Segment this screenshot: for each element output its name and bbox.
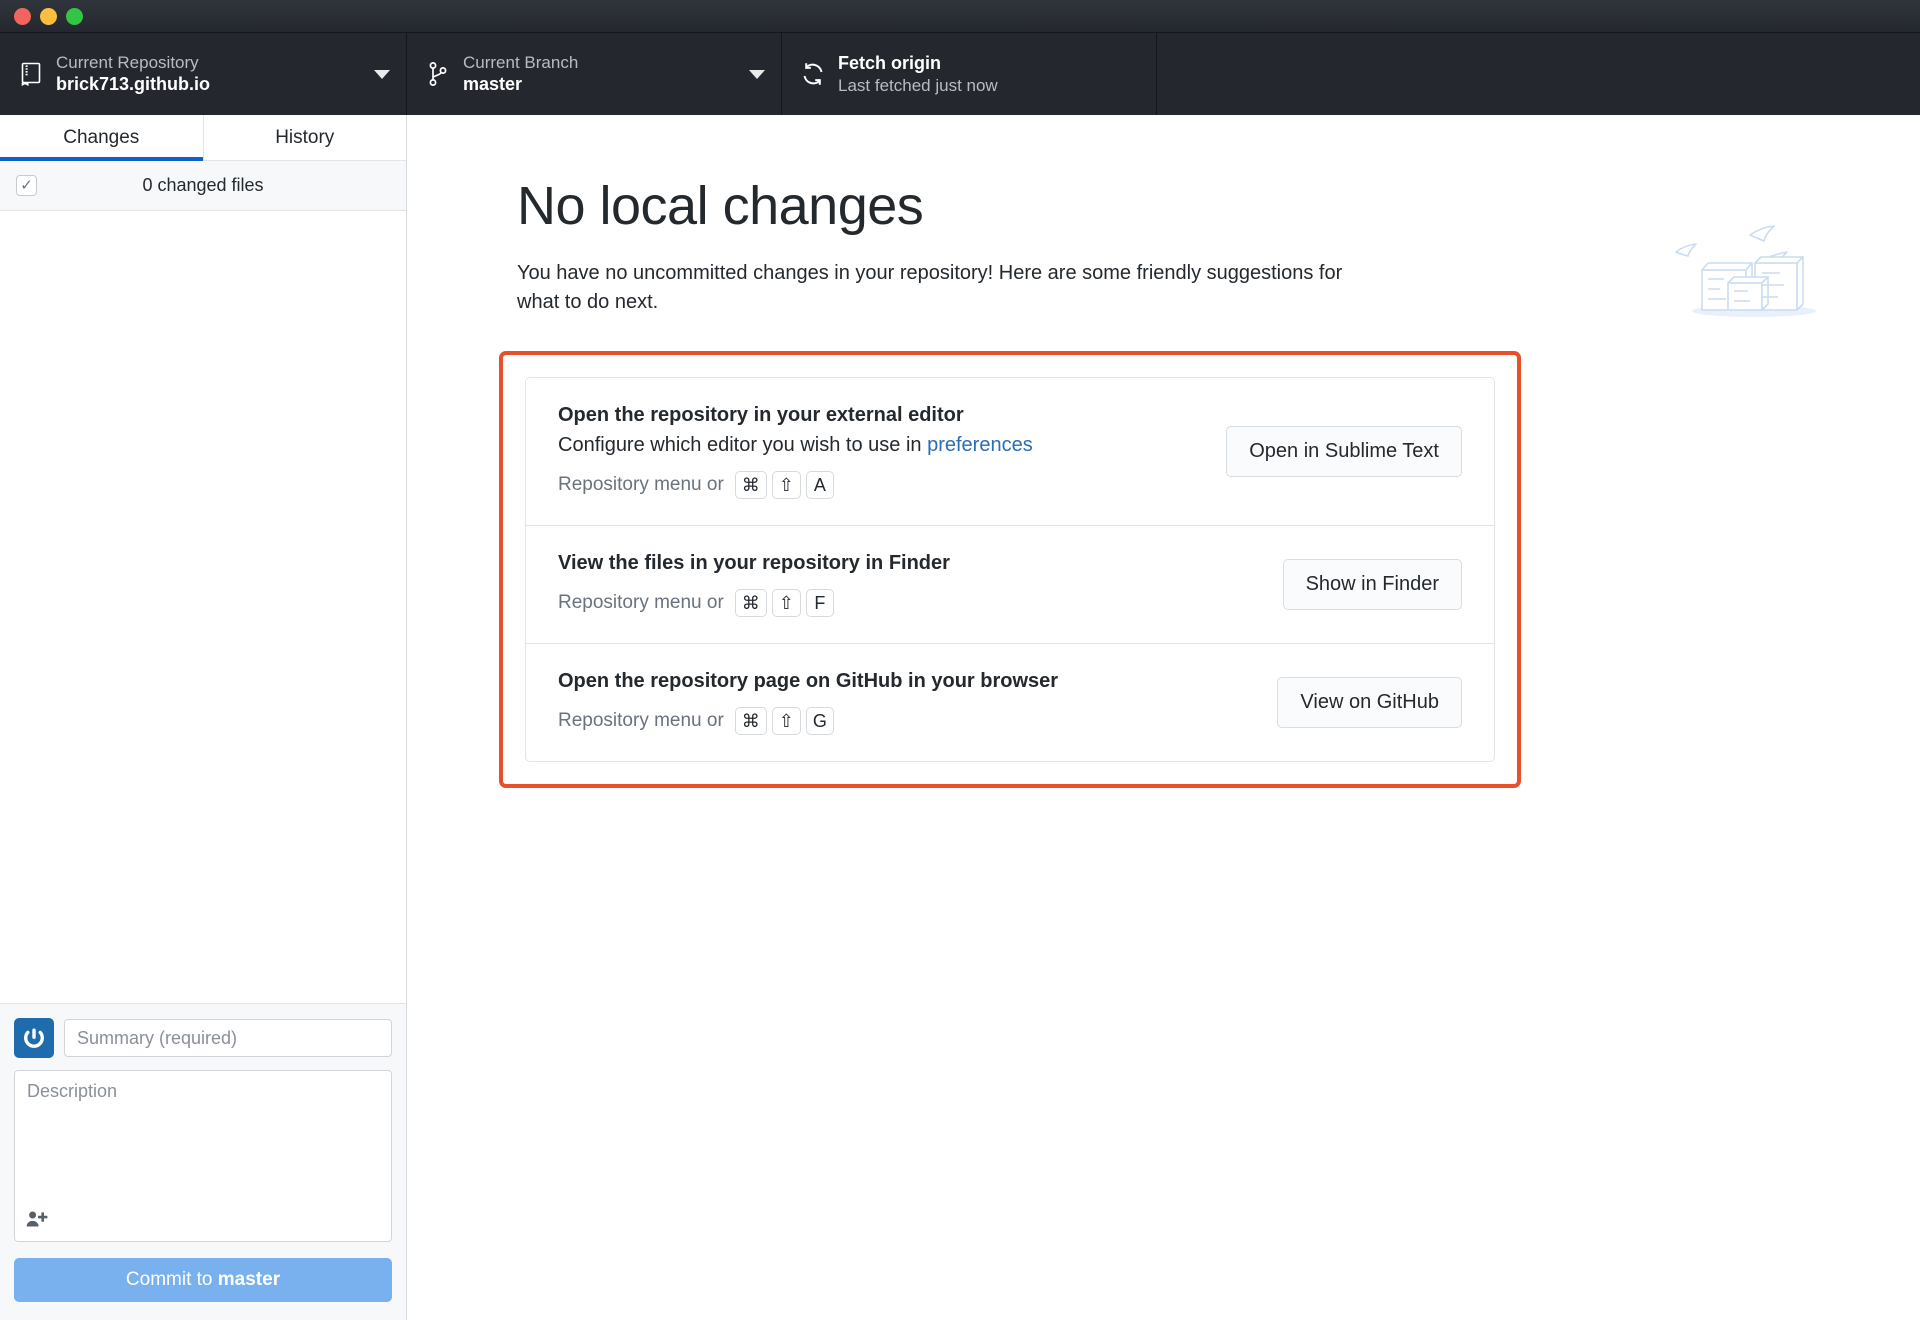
add-person-icon[interactable]	[26, 1210, 48, 1233]
github-desktop-window: Current Repository brick713.github.io Cu…	[0, 0, 1920, 1320]
key-shift-icon: ⇧	[771, 707, 801, 735]
changed-files-list[interactable]	[0, 211, 406, 1003]
current-repository-label: Current Repository	[56, 52, 199, 72]
title-bar	[0, 0, 1920, 33]
app-body: Changes History ✓ 0 changed files Summar…	[0, 115, 1920, 1320]
suggestions-card: Open the repository in your external edi…	[525, 377, 1495, 762]
key-shift-icon: ⇧	[771, 589, 801, 617]
fetch-origin-subtitle: Last fetched just now	[838, 75, 998, 95]
commit-summary-row	[14, 1018, 392, 1058]
suggestion-row-view-github: Open the repository page on GitHub in yo…	[526, 643, 1494, 761]
shortcut-label: Repository menu or	[558, 710, 724, 731]
key-command-icon: ⌘	[734, 707, 767, 735]
close-window-button[interactable]	[14, 7, 31, 25]
current-branch-value: master	[463, 74, 523, 95]
shortcut-label: Repository menu or	[558, 474, 724, 495]
suggestion-row-open-editor: Open the repository in your external edi…	[526, 378, 1494, 525]
commit-button-prefix: Commit to	[125, 1269, 218, 1290]
fetch-origin-button[interactable]: Fetch origin Last fetched just now	[782, 33, 1157, 115]
suggestion-description: Configure which editor you wish to use i…	[558, 434, 1206, 457]
open-in-sublime-text-button[interactable]: Open in Sublime Text	[1226, 426, 1462, 477]
suggestion-shortcut: Repository menu or ⌘ ⇧ G	[558, 707, 1257, 735]
suggestions-highlight-box: Open the repository in your external edi…	[499, 351, 1521, 788]
page-blurb: You have no uncommitted changes in your …	[517, 262, 1343, 313]
current-branch-dropdown[interactable]: Current Branch master	[407, 33, 782, 115]
toolbar: Current Repository brick713.github.io Cu…	[0, 33, 1920, 115]
suggestion-shortcut: Repository menu or ⌘ ⇧ F	[558, 589, 1263, 617]
tab-changes[interactable]: Changes	[0, 115, 203, 161]
key-letter: F	[805, 589, 834, 617]
current-repository-dropdown[interactable]: Current Repository brick713.github.io	[0, 33, 407, 115]
commit-button-branch: master	[217, 1269, 281, 1290]
tab-history-label: History	[275, 126, 335, 148]
show-in-finder-button[interactable]: Show in Finder	[1282, 559, 1462, 610]
boxes-and-paper-planes-illustration-icon	[1662, 175, 1842, 325]
toolbar-empty-area	[1157, 33, 1920, 115]
key-command-icon: ⌘	[734, 471, 767, 499]
view-on-github-button[interactable]: View on GitHub	[1277, 677, 1462, 728]
shortcut-keys: ⌘ ⇧ A	[734, 471, 834, 499]
suggestion-row-show-finder: View the files in your repository in Fin…	[526, 525, 1494, 643]
tab-changes-label: Changes	[63, 126, 140, 148]
suggestion-title: Open the repository page on GitHub in yo…	[558, 670, 1059, 692]
chevron-down-icon	[374, 69, 390, 79]
user-avatar-identicon-icon	[14, 1018, 54, 1058]
changed-files-count: 0 changed files	[142, 175, 264, 195]
repo-book-icon	[16, 62, 46, 86]
commit-summary-input[interactable]	[64, 1019, 392, 1057]
sidebar: Changes History ✓ 0 changed files Summar…	[0, 115, 407, 1320]
git-branch-icon	[423, 61, 453, 87]
suggestion-description-text: Configure which editor you wish to use i…	[558, 434, 928, 456]
maximize-window-button[interactable]	[66, 7, 83, 25]
minimize-window-button[interactable]	[40, 7, 57, 25]
chevron-down-icon	[749, 69, 765, 79]
key-letter: G	[805, 707, 834, 735]
fetch-origin-title: Fetch origin	[838, 52, 941, 73]
main-panel: No local changes You have no uncommitted…	[407, 115, 1920, 1320]
changed-files-header: ✓ 0 changed files	[0, 161, 406, 211]
commit-form: Description Commit to master	[0, 1003, 406, 1320]
key-command-icon: ⌘	[734, 589, 767, 617]
preferences-link[interactable]: preferences	[927, 434, 1033, 456]
shortcut-keys: ⌘ ⇧ F	[734, 589, 834, 617]
commit-description-textarea[interactable]: Description	[14, 1070, 392, 1242]
sync-refresh-icon	[798, 61, 828, 87]
current-repository-value: brick713.github.io	[56, 74, 211, 95]
key-shift-icon: ⇧	[771, 471, 801, 499]
sidebar-tabs: Changes History	[0, 115, 406, 161]
commit-description-placeholder: Description	[27, 1081, 118, 1101]
shortcut-keys: ⌘ ⇧ G	[734, 707, 834, 735]
suggestion-title: View the files in your repository in Fin…	[558, 552, 950, 574]
tab-history[interactable]: History	[202, 115, 407, 160]
shortcut-label: Repository menu or	[558, 592, 724, 613]
suggestion-shortcut: Repository menu or ⌘ ⇧ A	[558, 471, 1206, 499]
key-letter: A	[805, 471, 834, 499]
current-branch-label: Current Branch	[463, 52, 579, 72]
suggestion-title: Open the repository in your external edi…	[558, 404, 964, 426]
commit-to-branch-button[interactable]: Commit to master	[14, 1258, 392, 1302]
